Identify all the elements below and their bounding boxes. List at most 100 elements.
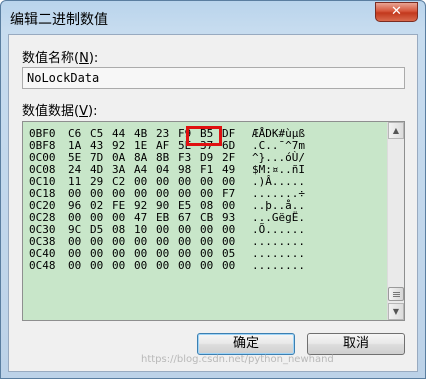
hex-byte[interactable]: 1E — [134, 140, 147, 152]
hex-byte[interactable]: 00 — [112, 188, 125, 200]
hex-byte[interactable]: 00 — [90, 236, 103, 248]
hex-byte[interactable]: 00 — [90, 248, 103, 260]
hex-byte[interactable]: C5 — [90, 128, 103, 140]
hex-byte[interactable]: 3A — [112, 164, 125, 176]
hex-byte[interactable]: 92 — [112, 140, 125, 152]
hex-byte[interactable]: 00 — [68, 248, 81, 260]
hex-byte[interactable]: 04 — [156, 164, 169, 176]
hex-byte[interactable]: 00 — [134, 176, 147, 188]
hex-byte[interactable]: F3 — [178, 152, 191, 164]
cancel-button[interactable]: 取消 — [307, 333, 405, 355]
hex-byte[interactable]: 00 — [178, 260, 191, 272]
hex-byte[interactable]: 11 — [68, 176, 81, 188]
hex-byte[interactable]: 67 — [178, 212, 191, 224]
hex-byte[interactable]: 00 — [178, 248, 191, 260]
hex-byte[interactable]: 5E — [68, 152, 81, 164]
hex-byte[interactable]: 05 — [222, 248, 235, 260]
hex-byte[interactable]: 00 — [178, 188, 191, 200]
hex-byte[interactable]: 00 — [200, 260, 213, 272]
hex-byte[interactable]: A4 — [134, 164, 147, 176]
hex-byte[interactable]: 00 — [222, 260, 235, 272]
hex-byte[interactable]: 00 — [200, 224, 213, 236]
value-name-field[interactable]: NoLockData — [22, 67, 405, 89]
hex-byte[interactable]: 2F — [222, 152, 235, 164]
hex-byte[interactable]: DF — [222, 128, 235, 140]
hex-byte[interactable]: 00 — [112, 236, 125, 248]
hex-byte[interactable]: 00 — [156, 248, 169, 260]
hex-byte[interactable]: 00 — [112, 248, 125, 260]
hex-byte[interactable]: 10 — [134, 224, 147, 236]
hex-byte[interactable]: 00 — [68, 260, 81, 272]
hex-byte[interactable]: 6D — [222, 140, 235, 152]
scroll-down-icon[interactable]: ▼ — [388, 303, 404, 320]
hex-byte[interactable]: 00 — [156, 176, 169, 188]
hex-byte[interactable]: F1 — [200, 164, 213, 176]
hex-byte[interactable]: CB — [200, 212, 213, 224]
hex-byte[interactable]: EB — [156, 212, 169, 224]
hex-byte[interactable]: 00 — [222, 176, 235, 188]
hex-byte[interactable]: 00 — [200, 188, 213, 200]
hex-byte[interactable]: 49 — [222, 164, 235, 176]
hex-byte[interactable]: 8A — [134, 152, 147, 164]
hex-byte[interactable]: 00 — [112, 212, 125, 224]
hex-byte[interactable]: 00 — [68, 212, 81, 224]
hex-byte[interactable]: C2 — [112, 176, 125, 188]
title-bar[interactable]: 编辑二进制数值 ✕ — [1, 1, 425, 35]
hex-byte[interactable]: 00 — [222, 224, 235, 236]
hex-byte[interactable]: C6 — [68, 128, 81, 140]
hex-byte[interactable]: 98 — [178, 164, 191, 176]
hex-byte[interactable]: 00 — [222, 200, 235, 212]
hex-byte[interactable]: 1A — [68, 140, 81, 152]
vertical-scrollbar[interactable]: ▲ ▼ — [387, 122, 404, 320]
hex-byte[interactable]: 00 — [178, 176, 191, 188]
hex-byte[interactable]: 00 — [68, 188, 81, 200]
hex-byte[interactable]: 0A — [112, 152, 125, 164]
hex-byte[interactable]: 00 — [156, 224, 169, 236]
hex-byte[interactable]: 00 — [68, 236, 81, 248]
hex-byte[interactable]: 02 — [90, 200, 103, 212]
hex-byte[interactable]: 00 — [200, 176, 213, 188]
hex-byte[interactable]: AF — [156, 140, 169, 152]
hex-editor[interactable]: 0C48 00 00 00 00 00 00 00 00........ 0C40 00 00 00 00… — [22, 121, 405, 321]
hex-byte[interactable]: 00 — [178, 224, 191, 236]
hex-byte[interactable]: 93 — [222, 212, 235, 224]
hex-byte[interactable]: 00 — [200, 236, 213, 248]
hex-byte[interactable]: 00 — [134, 188, 147, 200]
hex-byte[interactable]: 00 — [134, 248, 147, 260]
hex-byte[interactable]: D9 — [200, 152, 213, 164]
hex-byte[interactable]: 00 — [222, 236, 235, 248]
hex-byte[interactable]: 4B — [134, 128, 147, 140]
hex-byte[interactable]: FE — [112, 200, 125, 212]
hex-byte[interactable]: 08 — [200, 200, 213, 212]
hex-byte[interactable]: E5 — [178, 200, 191, 212]
hex-byte[interactable]: 8B — [156, 152, 169, 164]
hex-byte[interactable]: D5 — [90, 224, 103, 236]
ok-button[interactable]: 确定 — [197, 333, 295, 355]
hex-byte[interactable]: 90 — [156, 200, 169, 212]
hex-byte[interactable]: 00 — [112, 260, 125, 272]
hex-byte[interactable]: 92 — [134, 200, 147, 212]
hex-byte[interactable]: 4D — [90, 164, 103, 176]
hex-byte[interactable]: 00 — [156, 236, 169, 248]
hex-byte[interactable]: 9C — [68, 224, 81, 236]
hex-byte[interactable]: 96 — [68, 200, 81, 212]
hex-byte[interactable]: 7D — [90, 152, 103, 164]
hex-byte[interactable]: 00 — [134, 236, 147, 248]
hex-byte[interactable]: 24 — [68, 164, 81, 176]
hex-byte[interactable]: 08 — [112, 224, 125, 236]
hex-byte[interactable]: 00 — [156, 188, 169, 200]
hex-byte[interactable]: 00 — [90, 188, 103, 200]
hex-byte[interactable]: 00 — [90, 212, 103, 224]
hex-byte[interactable]: 47 — [134, 212, 147, 224]
hex-byte[interactable]: F7 — [222, 188, 235, 200]
scroll-thumb[interactable] — [388, 287, 404, 301]
hex-byte[interactable]: 00 — [90, 260, 103, 272]
hex-byte[interactable]: 44 — [112, 128, 125, 140]
hex-byte[interactable]: 23 — [156, 128, 169, 140]
hex-byte[interactable]: 00 — [178, 236, 191, 248]
hex-byte[interactable]: 00 — [134, 260, 147, 272]
hex-byte[interactable]: 00 — [156, 260, 169, 272]
scroll-up-icon[interactable]: ▲ — [388, 122, 404, 139]
hex-byte[interactable]: 29 — [90, 176, 103, 188]
close-button[interactable]: ✕ — [375, 2, 418, 22]
